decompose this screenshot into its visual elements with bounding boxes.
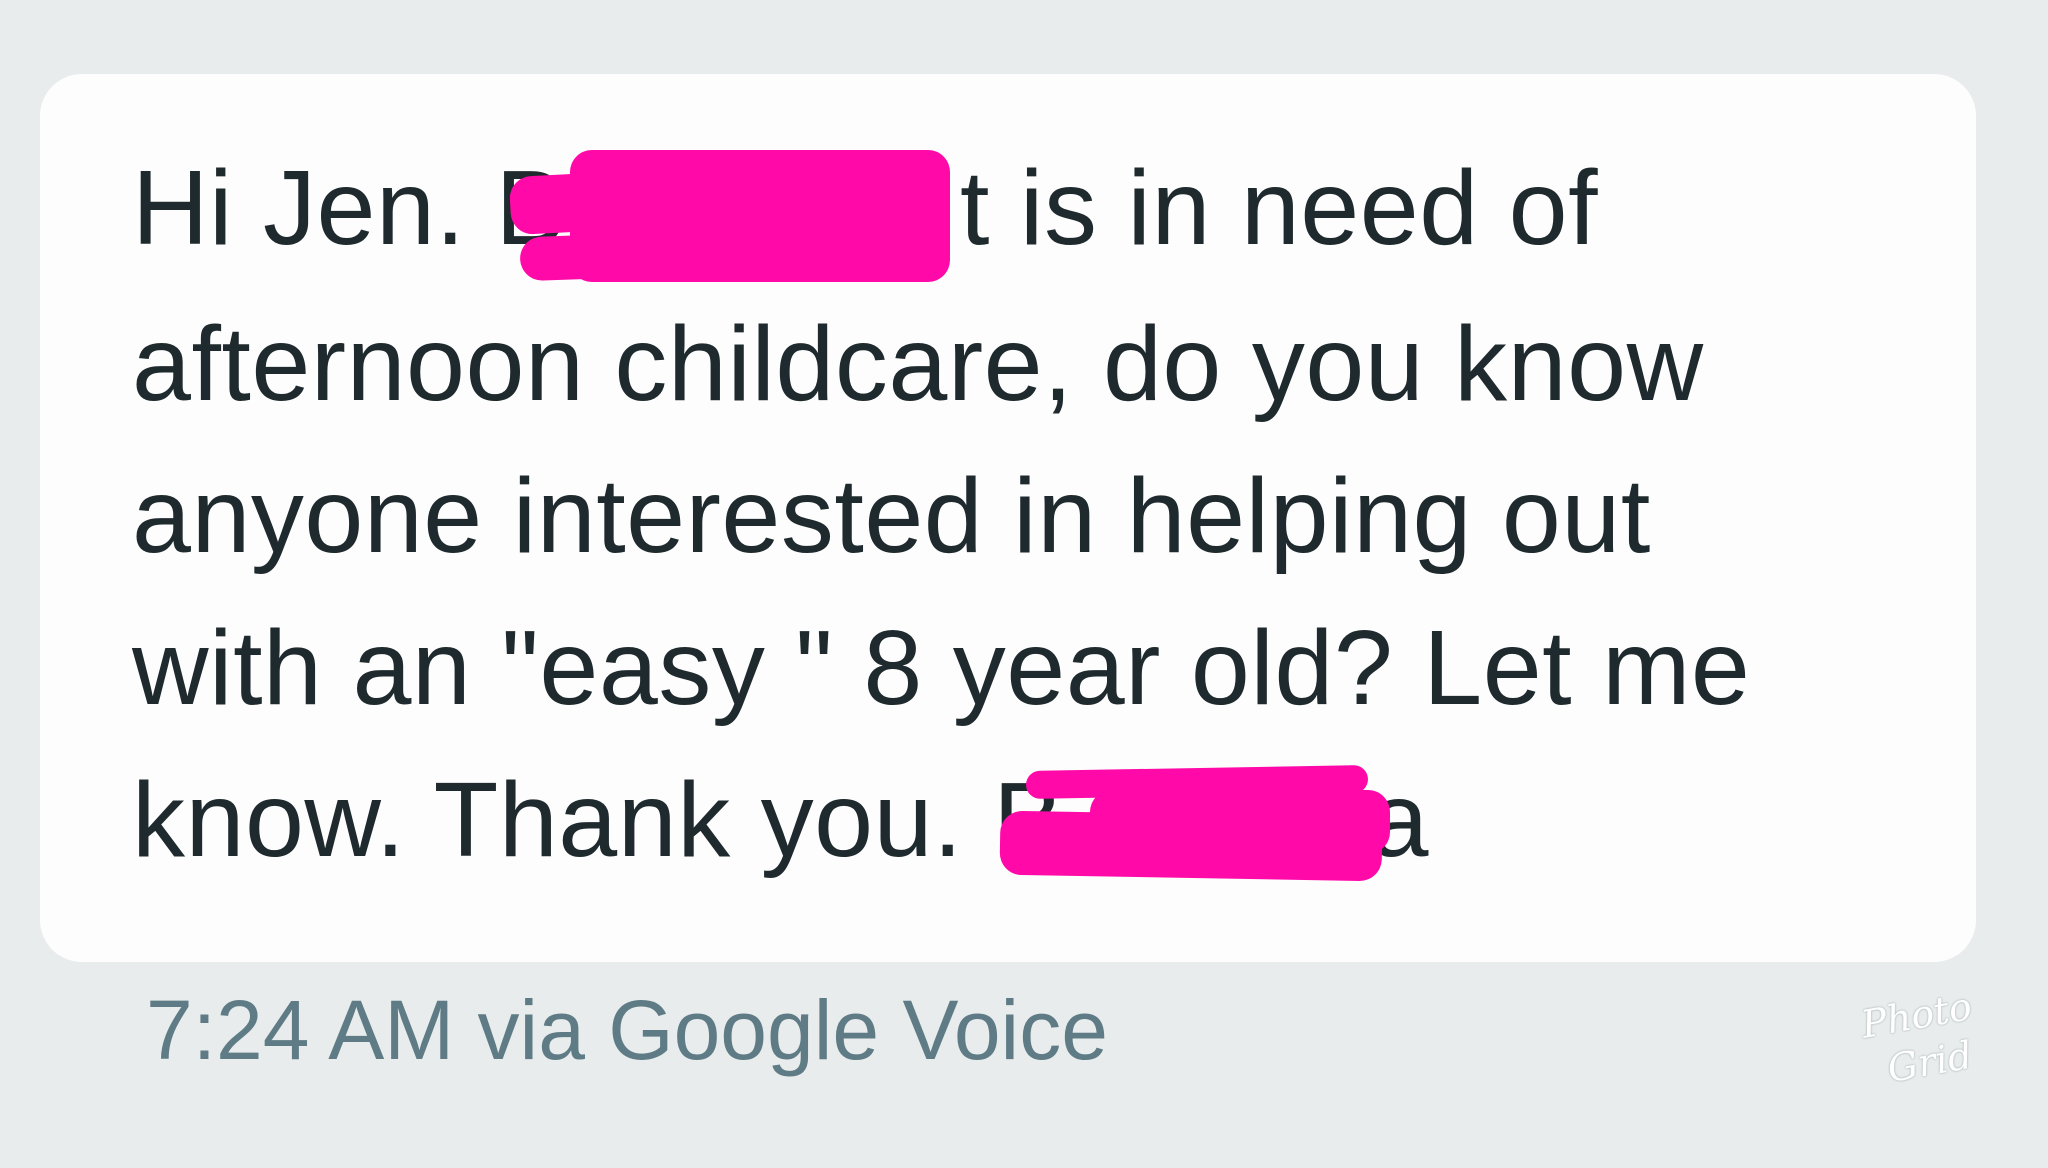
message-line-2: afternoon childcare, do you know — [132, 305, 1704, 423]
message-line-4: with an "easy " 8 year old? Let me — [132, 609, 1751, 727]
message-timestamp: 7:24 AM via Google Voice — [146, 983, 1108, 1077]
message-line-1b: t is in need of — [960, 149, 1599, 267]
message-line-5a: know. Thank you. B — [132, 761, 1065, 879]
photo-grid-watermark: Photo Grid — [1858, 981, 1999, 1130]
redaction-mark-signature-stroke — [1090, 790, 1390, 854]
message-line-1a: Hi Jen. B — [132, 149, 567, 267]
message-line-3: anyone interested in helping out — [132, 457, 1651, 575]
